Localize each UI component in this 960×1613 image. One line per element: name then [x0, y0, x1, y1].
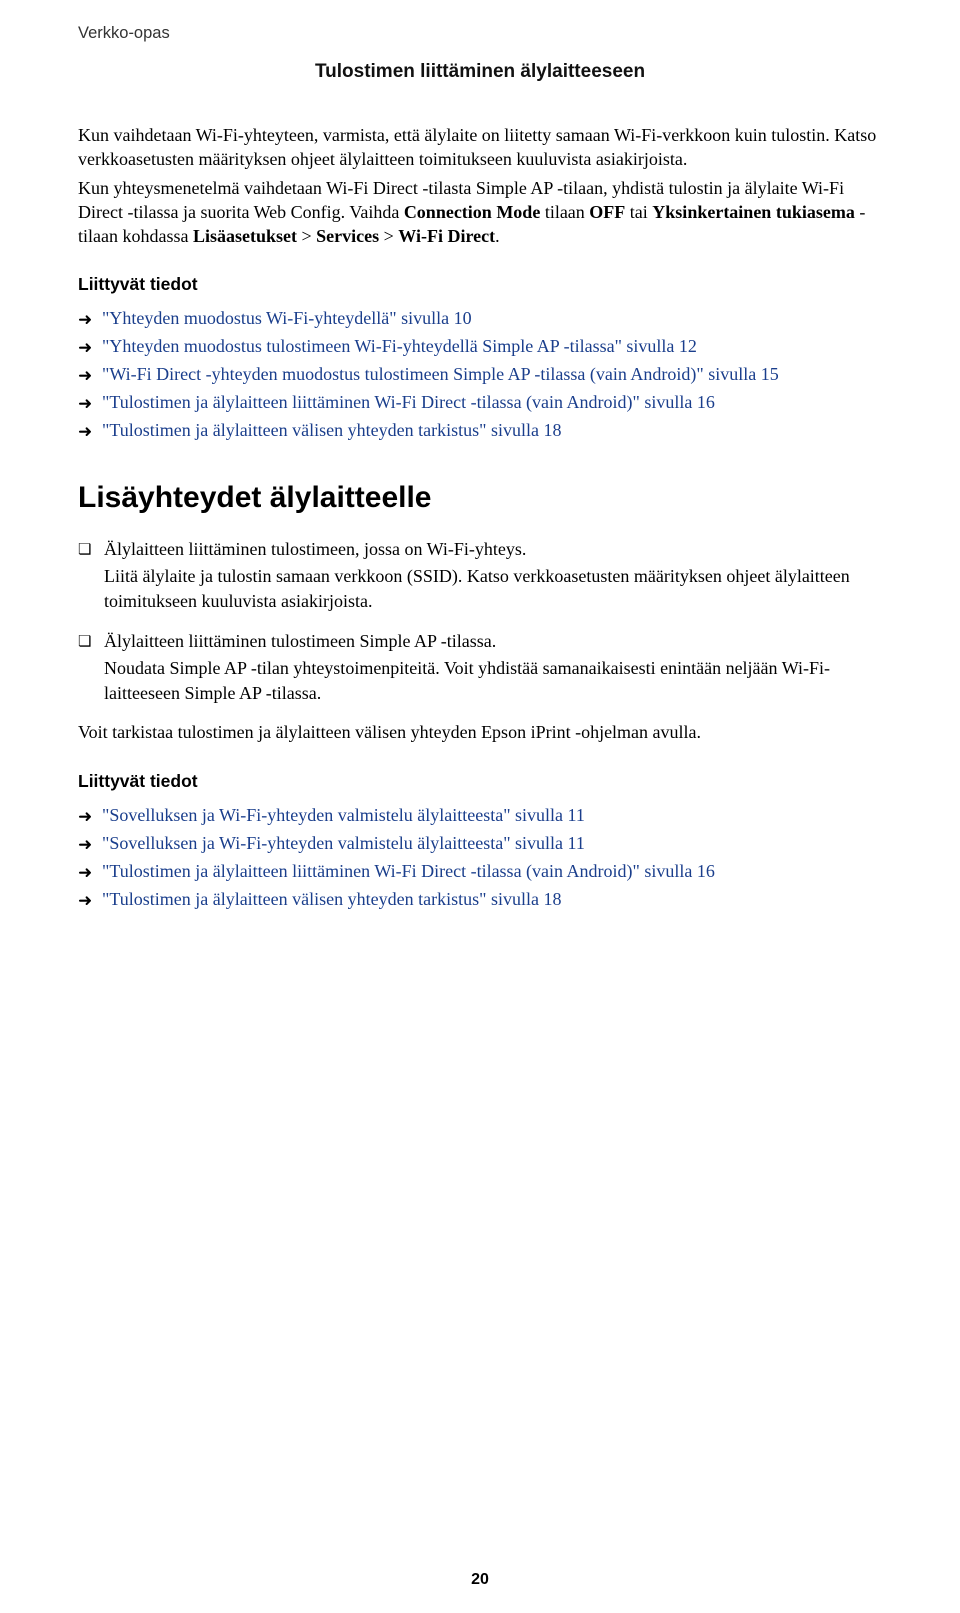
arrow-right-icon: ➜ [78, 888, 92, 914]
intro-paragraph-1: Kun vaihdetaan Wi-Fi-yhteyteen, varmista… [78, 123, 882, 172]
arrow-right-icon: ➜ [78, 391, 92, 417]
arrow-right-icon: ➜ [78, 860, 92, 886]
text-bold: Yksinkertainen tukiasema [652, 202, 855, 222]
text-run: tai [625, 202, 652, 222]
arrow-right-icon: ➜ [78, 335, 92, 361]
text-run: tilaan [540, 202, 589, 222]
option-item: ❏ Älylaitteen liittäminen tulostimeen Si… [78, 629, 882, 707]
related-link-item: ➜ "Tulostimen ja älylaitteen välisen yhte… [78, 886, 882, 914]
option-lead: Älylaitteen liittäminen tulostimeen Simp… [104, 631, 496, 651]
related-link-item: ➜ "Sovelluksen ja Wi-Fi-yhteyden valmiste… [78, 802, 882, 830]
related-info-heading: Liittyvät tiedot [78, 274, 882, 295]
related-info-heading: Liittyvät tiedot [78, 771, 882, 792]
intro-paragraph-2: Kun yhteysmenetelmä vaihdetaan Wi-Fi Dir… [78, 176, 882, 249]
checkbox-bullet-icon: ❏ [78, 632, 91, 653]
related-links-list-1: ➜ "Yhteyden muodostus Wi-Fi-yhteydellä" s… [78, 305, 882, 444]
option-list: ❏ Älylaitteen liittäminen tulostimeen, j… [78, 537, 882, 706]
guide-label: Verkko-opas [78, 24, 882, 43]
cross-reference-link[interactable]: "Tulostimen ja älylaitteen välisen yhtey… [102, 889, 561, 909]
cross-reference-link[interactable]: "Wi-Fi Direct -yhteyden muodostus tulost… [102, 364, 779, 384]
cross-reference-link[interactable]: "Tulostimen ja älylaitteen liittäminen W… [102, 861, 715, 881]
option-lead: Älylaitteen liittäminen tulostimeen, jos… [104, 539, 526, 559]
option-subtext: Liitä älylaite ja tulostin samaan verkko… [104, 564, 882, 614]
related-link-item: ➜ "Yhteyden muodostus tulostimeen Wi-Fi-y… [78, 333, 882, 361]
text-bold: OFF [589, 202, 625, 222]
related-link-item: ➜ "Tulostimen ja älylaitteen liittäminen … [78, 389, 882, 417]
related-link-item: ➜ "Wi-Fi Direct -yhteyden muodostus tulos… [78, 361, 882, 389]
related-links-list-2: ➜ "Sovelluksen ja Wi-Fi-yhteyden valmiste… [78, 802, 882, 914]
related-link-item: ➜ "Yhteyden muodostus Wi-Fi-yhteydellä" s… [78, 305, 882, 333]
checkbox-bullet-icon: ❏ [78, 540, 91, 561]
arrow-right-icon: ➜ [78, 419, 92, 445]
section-title: Tulostimen liittäminen älylaitteeseen [78, 61, 882, 83]
cross-reference-link[interactable]: "Yhteyden muodostus tulostimeen Wi-Fi-yh… [102, 336, 697, 356]
cross-reference-link[interactable]: "Sovelluksen ja Wi-Fi-yhteyden valmistel… [102, 833, 585, 853]
arrow-right-icon: ➜ [78, 832, 92, 858]
option-subtext: Noudata Simple AP -tilan yhteystoimenpit… [104, 656, 882, 706]
arrow-right-icon: ➜ [78, 307, 92, 333]
cross-reference-link[interactable]: "Tulostimen ja älylaitteen liittäminen W… [102, 392, 715, 412]
option-item: ❏ Älylaitteen liittäminen tulostimeen, j… [78, 537, 882, 615]
intro-block: Kun vaihdetaan Wi-Fi-yhteyteen, varmista… [78, 123, 882, 248]
heading-additional-connections: Lisäyhteydet älylaitteelle [78, 481, 882, 515]
cross-reference-link[interactable]: "Tulostimen ja älylaitteen välisen yhtey… [102, 420, 561, 440]
text-run: > [379, 226, 398, 246]
cross-reference-link[interactable]: "Yhteyden muodostus Wi-Fi-yhteydellä" si… [102, 308, 472, 328]
related-link-item: ➜ "Tulostimen ja älylaitteen välisen yhte… [78, 417, 882, 445]
text-run: . [495, 226, 500, 246]
related-link-item: ➜ "Sovelluksen ja Wi-Fi-yhteyden valmiste… [78, 830, 882, 858]
document-page: Verkko-opas Tulostimen liittäminen älyla… [0, 0, 960, 1613]
related-link-item: ➜ "Tulostimen ja älylaitteen liittäminen … [78, 858, 882, 886]
text-bold: Lisäasetukset [193, 226, 297, 246]
text-bold: Services [316, 226, 379, 246]
text-bold: Connection Mode [404, 202, 541, 222]
cross-reference-link[interactable]: "Sovelluksen ja Wi-Fi-yhteyden valmistel… [102, 805, 585, 825]
page-number: 20 [0, 1571, 960, 1589]
text-run: > [297, 226, 316, 246]
arrow-right-icon: ➜ [78, 804, 92, 830]
arrow-right-icon: ➜ [78, 363, 92, 389]
closing-sentence: Voit tarkistaa tulostimen ja älylaitteen… [78, 720, 882, 745]
text-bold: Wi-Fi Direct [398, 226, 495, 246]
